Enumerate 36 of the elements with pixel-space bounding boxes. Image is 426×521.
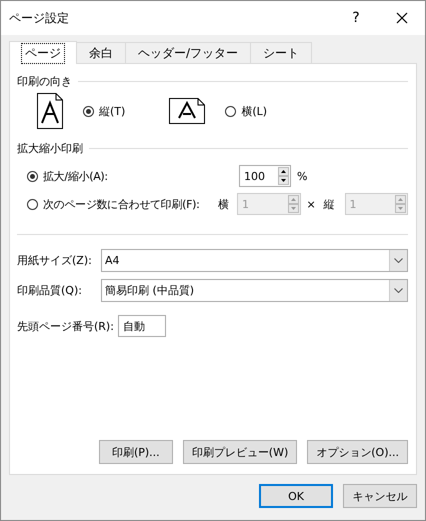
radio-button[interactable]	[83, 106, 94, 116]
portrait-page-icon	[37, 93, 63, 129]
times-sign: ×	[306, 198, 316, 210]
tab[interactable]: ページ	[9, 41, 77, 64]
dialog-button[interactable]: OK	[259, 484, 333, 508]
unit-label: %	[297, 170, 308, 182]
zoom-spinner[interactable]: 100	[239, 165, 291, 187]
caret-icon	[394, 258, 403, 263]
print-quality-dropdown[interactable]: 簡易印刷 (中品質)	[101, 279, 408, 302]
tab[interactable]: シート	[250, 42, 312, 63]
radio-button[interactable]	[27, 170, 38, 182]
field-label: 用紙サイズ(Z):	[17, 253, 93, 268]
radio-button[interactable]	[27, 198, 38, 210]
paper-size-dropdown[interactable]: A4	[101, 249, 408, 272]
radio-button[interactable]	[225, 106, 236, 116]
field-label: 先頭ページ番号(R):	[17, 318, 114, 334]
group-title: 印刷の向き	[17, 74, 72, 89]
wide-label: 横	[218, 196, 230, 212]
landscape-page-icon	[169, 98, 206, 124]
spinner-arrows-icon[interactable]	[278, 167, 289, 185]
help-button[interactable]: ?	[333, 10, 379, 26]
dialog-button[interactable]: キャンセル	[343, 484, 417, 508]
caret-icon	[394, 288, 403, 293]
radio-label: 縦(T)	[99, 104, 126, 118]
group-title: 拡大縮小印刷	[17, 141, 83, 156]
action-button[interactable]: 印刷(P)...	[98, 440, 173, 464]
field-label: 印刷品質(Q):	[17, 283, 83, 298]
tall-label: 縦	[324, 196, 336, 212]
radio-label: 次のページ数に合わせて印刷(F):	[43, 196, 200, 212]
close-icon[interactable]	[396, 12, 408, 24]
window-title: ページ設定	[9, 10, 70, 26]
radio-label: 横(L)	[241, 104, 268, 118]
radio-label: 拡大/縮小(A):	[43, 168, 108, 184]
action-button[interactable]: オプション(O)...	[307, 440, 408, 464]
action-button[interactable]: 印刷プレビュー(W)	[182, 440, 298, 464]
first-page-field[interactable]: 自動	[118, 315, 166, 337]
